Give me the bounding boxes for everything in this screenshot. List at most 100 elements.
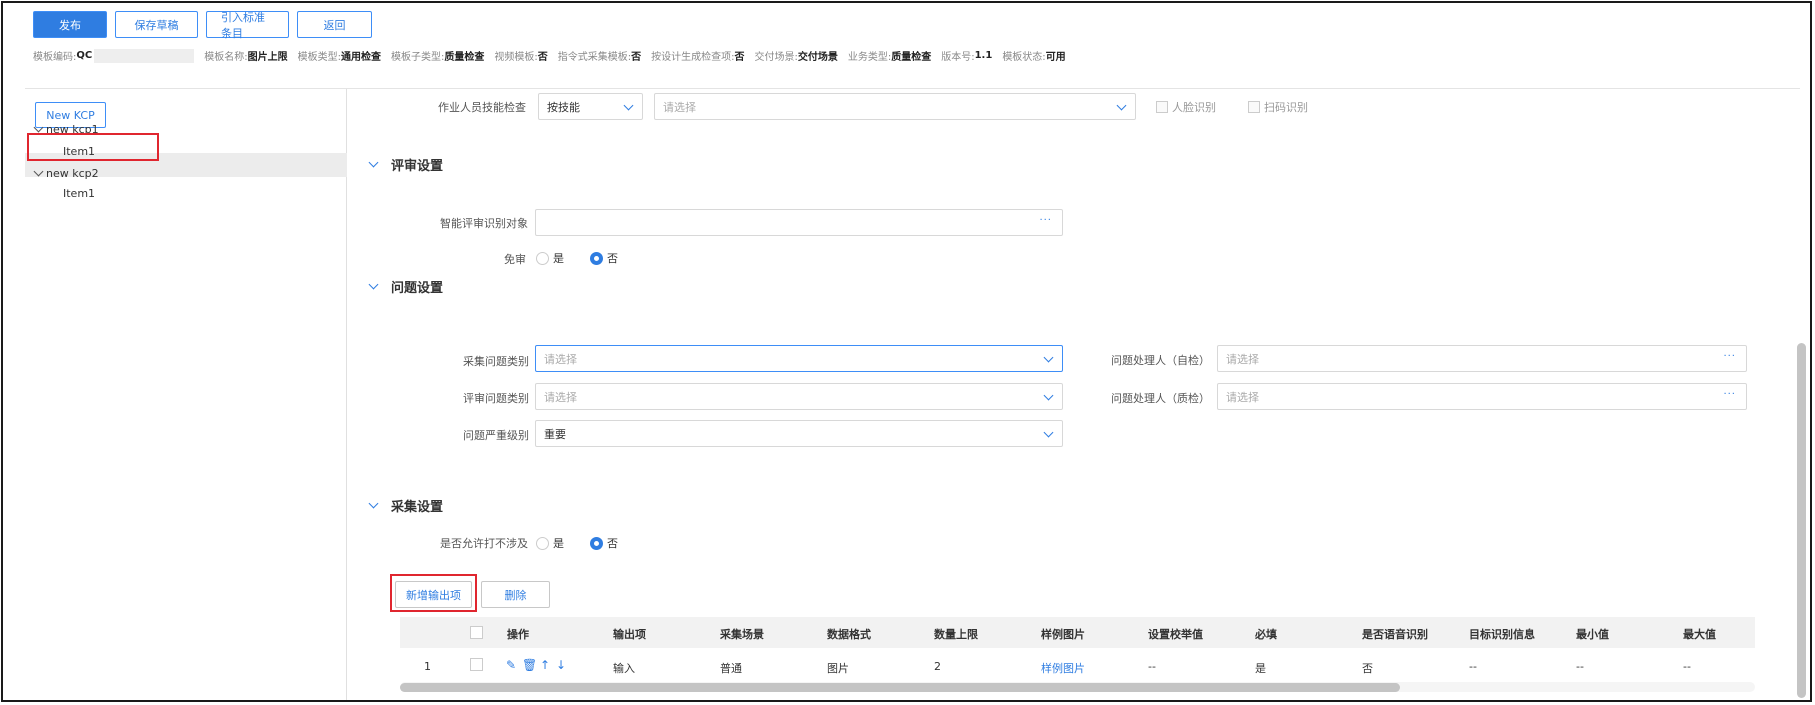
select-all-checkbox[interactable] (470, 626, 483, 639)
chevron-down-icon (368, 279, 379, 290)
chevron-down-icon (1116, 100, 1127, 111)
issue-settings-header[interactable]: 问题设置 (368, 277, 444, 296)
meta-design-value: 否 (734, 52, 745, 63)
row-index: 1 (424, 660, 431, 673)
col-header-format: 数据格式 (827, 628, 871, 641)
meta-type-label: 模板类型: (297, 52, 341, 63)
more-icon[interactable]: ··· (1723, 351, 1736, 362)
meta-cmd-value: 否 (631, 52, 642, 63)
skill-select[interactable]: 请选择 (654, 93, 1136, 120)
highlight-box (27, 133, 159, 161)
meta-version-value: 1.1 (974, 50, 993, 61)
scan-recognition-checkbox[interactable]: 扫码识别 (1248, 99, 1308, 115)
allow-na-no-radio[interactable]: 否 (590, 535, 618, 551)
radio-circle (536, 251, 549, 265)
cell-required: 是 (1255, 662, 1266, 675)
form-panel: 作业人员技能检查 按技能 请选择 人脸识别 扫码识别 评审设置 智能评审识别对象… (348, 89, 1793, 700)
import-standard-button[interactable]: 引入标准条目 (206, 11, 289, 40)
severity-value: 重要 (544, 427, 566, 441)
smart-review-label: 智能评审识别对象 (440, 217, 528, 230)
tree-item-kcp2-item1[interactable]: Item1 (63, 187, 95, 200)
radio-label: 是 (553, 252, 564, 265)
radio-circle (536, 536, 549, 550)
table-scroll-thumb[interactable] (400, 683, 1400, 692)
chevron-down-icon (1043, 352, 1054, 363)
exempt-label: 免审 (504, 253, 526, 266)
col-header-sample: 样例图片 (1041, 628, 1085, 641)
review-issue-type-select[interactable]: 请选择 (535, 383, 1063, 410)
collect-issue-type-select[interactable]: 请选择 (535, 345, 1063, 372)
face-recognition-checkbox[interactable]: 人脸识别 (1156, 99, 1216, 115)
delete-button[interactable]: 删除 (481, 581, 550, 608)
col-header-enum: 设置校举值 (1148, 628, 1203, 641)
cell-limit: 2 (934, 660, 941, 673)
page-scroll-thumb[interactable] (1797, 343, 1806, 698)
meta-video-label: 视频模板: (494, 52, 538, 63)
chevron-down-icon (623, 100, 634, 111)
checkbox-box (1248, 101, 1260, 113)
exempt-yes-radio[interactable]: 是 (536, 250, 564, 266)
allow-na-yes-radio[interactable]: 是 (536, 535, 564, 551)
more-icon[interactable]: ··· (1039, 215, 1052, 226)
exempt-no-radio[interactable]: 否 (590, 250, 618, 266)
issue-settings-title: 问题设置 (391, 281, 444, 296)
meta-type-value: 通用检查 (340, 52, 381, 63)
cell-voice: 否 (1362, 662, 1373, 675)
meta-biz-value: 质量检查 (891, 52, 932, 63)
meta-scene-value: 交付场景 (797, 52, 838, 63)
cell-format: 图片 (827, 662, 849, 675)
col-header-output: 输出项 (613, 628, 646, 641)
allow-na-label: 是否允许打不涉及 (440, 537, 528, 550)
chevron-down-icon (1043, 390, 1054, 401)
meta-subtype-value: 质量检查 (444, 52, 485, 63)
publish-button[interactable]: 发布 (33, 11, 107, 38)
more-icon[interactable]: ··· (1723, 389, 1736, 400)
handler-qc-input[interactable]: 请选择 ··· (1217, 383, 1747, 410)
arrow-up-icon[interactable]: ↑ (540, 658, 550, 672)
handler-qc-label: 问题处理人（质检） (1111, 392, 1210, 405)
row-checkbox[interactable] (470, 658, 483, 671)
col-header-max: 最大值 (1683, 628, 1716, 641)
tree-node-kcp2[interactable]: new kcp2 (33, 166, 99, 180)
handler-self-label: 问题处理人（自检） (1111, 354, 1210, 367)
meta-code-value: QC (76, 50, 93, 61)
trash-icon[interactable]: 🗑 (522, 658, 537, 672)
select-placeholder: 请选择 (1226, 390, 1259, 404)
arrow-down-icon[interactable]: ↓ (556, 658, 566, 672)
edit-icon[interactable]: ✎ (506, 658, 516, 672)
cell-output: 输入 (613, 662, 635, 675)
col-header-limit: 数量上限 (934, 628, 978, 641)
meta-status-value: 可用 (1045, 52, 1066, 63)
col-header-scene: 采集场景 (720, 628, 764, 641)
face-recognition-label: 人脸识别 (1172, 101, 1216, 114)
severity-select[interactable]: 重要 (535, 420, 1063, 447)
skill-mode-select[interactable]: 按技能 (538, 93, 643, 120)
col-header-action: 操作 (507, 628, 529, 641)
radio-label: 否 (607, 537, 618, 550)
scan-recognition-label: 扫码识别 (1264, 101, 1308, 114)
cell-enum: -- (1148, 660, 1156, 673)
chevron-down-icon (33, 122, 44, 133)
cell-scene: 普通 (720, 662, 742, 675)
meta-status-label: 模板状态: (1002, 52, 1046, 63)
app-window: 发布 保存草稿 引入标准条目 返回 模板编码: QC 模板名称: 图片上限 模板… (1, 1, 1812, 702)
tree-node-label: new kcp2 (46, 167, 99, 180)
meta-subtype-label: 模板子类型: (390, 52, 445, 63)
review-settings-header[interactable]: 评审设置 (368, 155, 444, 174)
checkbox-box (1156, 101, 1168, 113)
cell-min: -- (1576, 660, 1584, 673)
back-button[interactable]: 返回 (297, 11, 372, 38)
review-issue-type-label: 评审问题类别 (463, 392, 529, 405)
save-draft-button[interactable]: 保存草稿 (115, 11, 198, 38)
highlight-box (390, 574, 477, 612)
handler-self-input[interactable]: 请选择 ··· (1217, 345, 1747, 372)
smart-review-input[interactable]: ··· (535, 209, 1063, 236)
col-header-target: 目标识别信息 (1469, 628, 1535, 641)
skill-placeholder: 请选择 (663, 100, 696, 114)
cell-sample-link[interactable]: 样例图片 (1041, 660, 1085, 676)
meta-design-label: 按设计生成检查项: (651, 52, 735, 63)
col-header-min: 最小值 (1576, 628, 1609, 641)
collect-settings-header[interactable]: 采集设置 (368, 496, 443, 515)
review-settings-title: 评审设置 (391, 159, 444, 174)
chevron-down-icon (1043, 427, 1054, 438)
